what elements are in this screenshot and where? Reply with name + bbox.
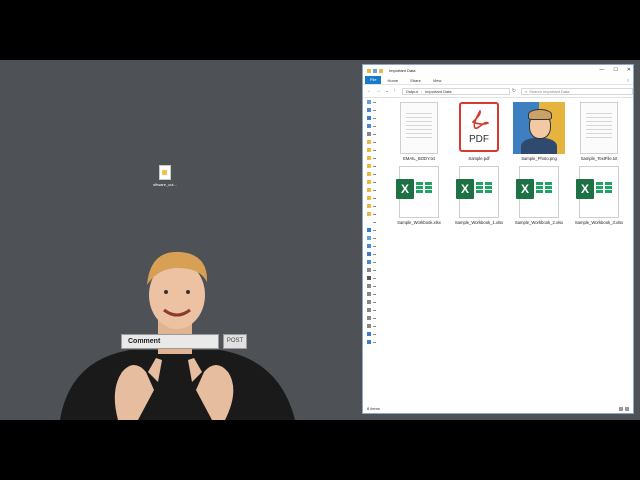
file-name: EMAIL_BODY.txt (403, 156, 435, 161)
nav-item[interactable] (367, 162, 383, 170)
nav-item[interactable] (367, 178, 383, 186)
file-grid: EMAIL_BODY.txt PDF Sample.pdf Sample_Pho… (385, 98, 629, 398)
file-name: Sample_Workbook_3.xlsx (574, 220, 624, 225)
file-name: Sample_TextFile.txt (580, 156, 618, 161)
refresh-icon[interactable]: ↻ (512, 88, 516, 94)
minimize-button[interactable]: — (599, 67, 604, 73)
folder-icon (367, 68, 371, 73)
nav-item[interactable] (367, 202, 383, 210)
pdf-file-icon: PDF (459, 102, 499, 154)
nav-item[interactable] (367, 98, 383, 106)
excel-file-icon: X (576, 166, 619, 218)
image-thumbnail (513, 102, 565, 154)
file-item[interactable]: X Sample_Workbook_3.xlsx (569, 166, 629, 225)
nav-item[interactable] (367, 210, 383, 218)
nav-item[interactable] (367, 122, 383, 130)
nav-item[interactable] (367, 234, 383, 242)
post-button[interactable]: POST (223, 334, 247, 349)
excel-file-icon: X (456, 166, 499, 218)
nav-item[interactable] (367, 226, 383, 234)
text-file-icon (399, 102, 439, 154)
nav-item[interactable] (367, 298, 383, 306)
up-icon[interactable]: ↑ (393, 88, 396, 94)
file-name: Sample_Workbook_1.xlsx (454, 220, 504, 225)
pdf-badge: PDF (469, 134, 489, 145)
tab-share[interactable]: Share (404, 78, 427, 83)
ribbon-tabs: File Home Share View ? (363, 76, 633, 85)
file-item[interactable]: PDF Sample.pdf (449, 102, 509, 161)
address-row: ← → ⌄ ↑ Output › Important Data ↻ ⌕ Sear… (363, 85, 633, 98)
view-toggle[interactable] (619, 407, 629, 411)
file-item[interactable]: EMAIL_BODY.txt (389, 102, 449, 161)
desktop-file-label: sftware_cut... (153, 182, 177, 187)
desktop-file-icon[interactable]: sftware_cut... (150, 165, 180, 187)
file-item[interactable]: X Sample_Workbook_1.xlsx (449, 166, 509, 225)
nav-item[interactable] (367, 258, 383, 266)
nav-item[interactable] (367, 322, 383, 330)
maximize-button[interactable]: ☐ (613, 67, 617, 73)
nav-item[interactable] (367, 194, 383, 202)
file-item[interactable]: Sample_Photo.png (509, 102, 569, 161)
new-folder-icon[interactable] (379, 68, 383, 73)
navigation-pane (367, 98, 383, 398)
nav-item[interactable] (367, 146, 383, 154)
nav-item[interactable] (367, 114, 383, 122)
nav-item[interactable] (367, 266, 383, 274)
nav-item[interactable] (367, 274, 383, 282)
letterbox-bottom (0, 420, 640, 480)
file-icon (159, 165, 171, 180)
file-name: Sample_Photo.png (521, 156, 557, 161)
file-item[interactable]: Sample_TextFile.txt (569, 102, 629, 161)
close-button[interactable]: ✕ (627, 67, 631, 73)
file-name: Sample_Workbook.xlsx (397, 220, 441, 225)
chevron-right-icon: › (420, 88, 423, 94)
tab-view[interactable]: View (427, 78, 448, 83)
breadcrumb-output[interactable]: Output (406, 89, 418, 94)
properties-icon[interactable] (373, 68, 377, 73)
nav-item[interactable] (367, 306, 383, 314)
breadcrumb-important-data[interactable]: Important Data (425, 89, 451, 94)
file-item[interactable]: X Sample_Workbook_2.xlsx (509, 166, 569, 225)
nav-item[interactable] (367, 282, 383, 290)
nav-item[interactable] (367, 314, 383, 322)
presenter-video (60, 251, 295, 420)
nav-item[interactable] (367, 130, 383, 138)
search-box[interactable]: ⌕ Search Important Data (520, 87, 633, 95)
forward-icon[interactable]: → (376, 88, 381, 94)
search-icon: ⌕ (524, 88, 528, 94)
nav-item[interactable] (367, 170, 383, 178)
text-file-icon (579, 102, 619, 154)
nav-item[interactable] (367, 330, 383, 338)
file-name: Sample.pdf (468, 156, 490, 161)
search-placeholder: Search Important Data (529, 88, 570, 94)
large-icons-view-icon[interactable] (625, 407, 629, 411)
nav-item[interactable] (367, 218, 383, 226)
nav-item[interactable] (367, 106, 383, 114)
tab-home[interactable]: Home (381, 78, 404, 83)
comment-input[interactable]: Comment (121, 334, 219, 349)
back-icon[interactable]: ← (367, 88, 372, 94)
tab-file[interactable]: File (365, 76, 382, 84)
letterbox-top (0, 0, 640, 60)
nav-item[interactable] (367, 186, 383, 194)
address-bar[interactable]: Output › Important Data (401, 87, 510, 95)
nav-item[interactable] (367, 138, 383, 146)
recent-icon[interactable]: ⌄ (385, 88, 389, 94)
excel-file-icon: X (516, 166, 559, 218)
title-bar: Important Data — ☐ ✕ (363, 65, 633, 76)
nav-item[interactable] (367, 290, 383, 298)
nav-item[interactable] (367, 154, 383, 162)
file-item[interactable]: X Sample_Workbook.xlsx (389, 166, 449, 225)
status-bar: 8 items (367, 406, 380, 411)
nav-item[interactable] (367, 242, 383, 250)
file-explorer-window: Important Data — ☐ ✕ File Home Share Vie… (362, 64, 634, 414)
nav-item[interactable] (367, 250, 383, 258)
nav-item[interactable] (367, 338, 383, 346)
window-title: Important Data (389, 68, 416, 73)
file-name: Sample_Workbook_2.xlsx (514, 220, 564, 225)
help-icon[interactable]: ? (627, 78, 629, 83)
details-view-icon[interactable] (619, 407, 623, 411)
excel-file-icon: X (396, 166, 439, 218)
